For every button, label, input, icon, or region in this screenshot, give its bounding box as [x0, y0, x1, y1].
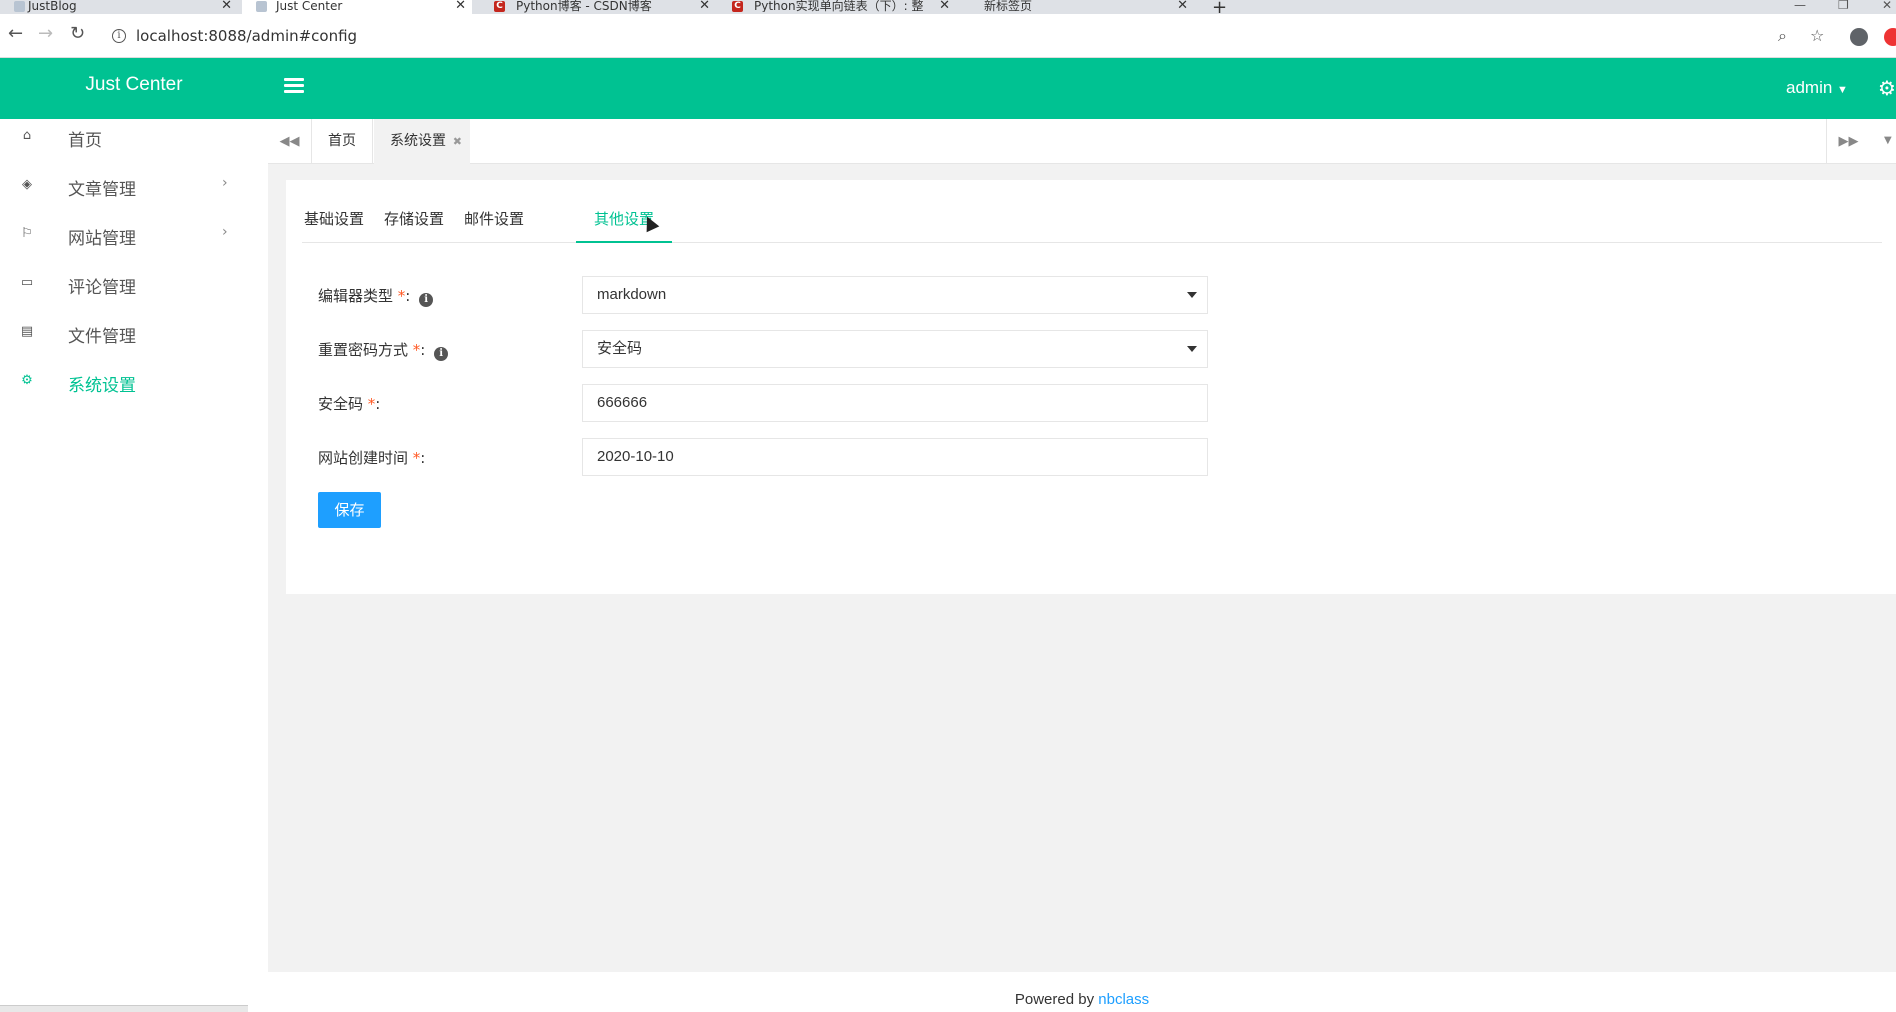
url-field[interactable]: localhost:8088/admin#config — [136, 27, 357, 45]
close-icon[interactable]: ✕ — [699, 0, 710, 12]
zoom-icon[interactable]: ⌕ — [1778, 26, 1787, 46]
settings-card: 基础设置 存储设置 邮件设置 其他设置 编辑器类型 *: i markdown … — [286, 180, 1896, 594]
settings-tabs: 基础设置 存储设置 邮件设置 其他设置 — [302, 196, 1882, 243]
scroll-left-icon[interactable]: ◀◀ — [268, 119, 312, 164]
tab-basic-settings[interactable]: 基础设置 — [304, 196, 364, 243]
browser-tab-title: Just Center — [276, 0, 343, 13]
sidebar-item-site[interactable]: ⚐ 网站管理 › — [0, 211, 268, 260]
reset-method-select[interactable]: 安全码 — [582, 330, 1208, 368]
browser-tab[interactable]: JustBlog ✕ — [14, 0, 232, 14]
close-icon[interactable]: ✕ — [221, 0, 232, 12]
sidebar: ⌂ 首页 ◈ 文章管理 › ⚐ 网站管理 › ▭ 评论管理 ▤ 文件管理 ⚙ 系… — [0, 119, 268, 1012]
gear-icon: ⚙ — [21, 373, 33, 388]
editor-type-select[interactable]: markdown — [582, 276, 1208, 314]
app-logo: Just Center — [85, 74, 183, 95]
blog-favicon-icon — [14, 1, 25, 12]
save-button[interactable]: 保存 — [318, 492, 381, 528]
menu-toggle-icon[interactable] — [284, 78, 304, 94]
minimize-icon[interactable]: — — [1794, 0, 1806, 12]
reload-icon[interactable]: ↻ — [70, 24, 85, 44]
browser-tab-title: 新标签页 — [984, 0, 1033, 13]
csdn-favicon-icon: C — [494, 1, 505, 12]
close-icon[interactable]: ✕ — [1177, 0, 1188, 12]
tab-storage-settings[interactable]: 存储设置 — [384, 196, 444, 243]
form-row-reset-method: 重置密码方式 *: i 安全码 — [318, 330, 1518, 368]
info-icon[interactable]: i — [419, 293, 434, 307]
sidebar-item-label: 系统设置 — [68, 376, 136, 396]
chevron-right-icon: › — [222, 224, 228, 240]
caret-down-icon — [1187, 346, 1197, 352]
tab-label: 系统设置 — [390, 133, 446, 149]
close-tab-icon[interactable]: ✖ — [453, 119, 462, 164]
sidebar-item-label: 首页 — [68, 131, 102, 151]
scroll-right-icon[interactable]: ▶▶ — [1826, 119, 1870, 164]
sidebar-item-home[interactable]: ⌂ 首页 — [0, 113, 268, 162]
field-label: 重置密码方式 *: i — [318, 339, 449, 361]
caret-down-icon: ▼ — [1837, 84, 1848, 96]
sidebar-item-label: 文件管理 — [68, 327, 136, 347]
browser-tab[interactable]: C Python实现单向链表（下）: 整 ✕ — [730, 0, 950, 14]
sidebar-item-label: 评论管理 — [68, 278, 136, 298]
browser-tab-title: Python实现单向链表（下）: 整 — [754, 0, 924, 12]
user-menu[interactable]: admin ▼ — [1786, 78, 1848, 98]
browser-tab-active[interactable]: Just Center ✕ — [242, 0, 472, 14]
security-code-input[interactable]: 666666 — [582, 384, 1208, 422]
tab-other-settings[interactable]: 其他设置 — [576, 196, 672, 243]
browser-status-bar — [0, 1005, 248, 1012]
address-bar: ← → ↻ i localhost:8088/admin#config ⌕ ☆ — [0, 14, 1896, 58]
sidebar-item-label: 文章管理 — [68, 180, 136, 200]
form-row-site-created: 网站创建时间 *: 2020-10-10 — [318, 438, 1518, 476]
form-row-security-code: 安全码 *: 666666 — [318, 384, 1518, 422]
window-close-icon[interactable]: ✕ — [1882, 0, 1892, 12]
browser-tab-title: JustBlog — [28, 0, 77, 13]
blog-favicon-icon — [256, 1, 267, 12]
sidebar-item-articles[interactable]: ◈ 文章管理 › — [0, 162, 268, 211]
extension-icon[interactable] — [1884, 28, 1896, 46]
back-icon[interactable]: ← — [8, 24, 23, 44]
app-header: Just Center admin ▼ ⚙ — [0, 58, 1896, 119]
account-icon[interactable] — [1850, 28, 1868, 46]
field-label: 网站创建时间 *: — [318, 449, 426, 467]
sidebar-item-label: 网站管理 — [68, 229, 136, 249]
csdn-favicon-icon: C — [732, 1, 743, 12]
forward-icon[interactable]: → — [38, 24, 53, 44]
tab-menu-caret-icon[interactable]: ▼ — [1884, 135, 1892, 146]
field-label: 编辑器类型 *: i — [318, 285, 434, 307]
sidebar-item-comments[interactable]: ▭ 评论管理 — [0, 260, 268, 309]
close-icon[interactable]: ✕ — [939, 0, 950, 12]
tab-mail-settings[interactable]: 邮件设置 — [464, 196, 524, 243]
star-icon[interactable]: ☆ — [1810, 26, 1824, 45]
browser-tab-title: Python博客 - CSDN博客 — [516, 0, 652, 13]
field-label: 安全码 *: — [318, 395, 381, 413]
caret-down-icon — [1187, 292, 1197, 298]
file-icon: ▤ — [20, 324, 34, 339]
site-created-date-input[interactable]: 2020-10-10 — [582, 438, 1208, 476]
user-name: admin — [1786, 78, 1833, 97]
browser-tab[interactable]: 新标签页 ✕ — [970, 0, 1188, 14]
sidebar-item-files[interactable]: ▤ 文件管理 — [0, 309, 268, 358]
site-info-icon[interactable]: i — [112, 29, 126, 43]
sidebar-item-settings[interactable]: ⚙ 系统设置 — [0, 358, 268, 407]
select-value: markdown — [597, 286, 667, 303]
footer: Powered by nbclass — [268, 972, 1896, 1012]
tab-home[interactable]: 首页 — [312, 119, 373, 164]
select-value: 安全码 — [597, 340, 643, 357]
restore-icon[interactable]: ❐ — [1838, 0, 1849, 12]
content-tab-bar: ◀◀ 首页 系统设置 ✖ ▶▶ ▼ — [268, 119, 1896, 164]
footer-text: Powered by — [1014, 991, 1099, 1008]
info-icon[interactable]: i — [434, 347, 449, 361]
browser-tab-strip: JustBlog ✕ Just Center ✕ C Python博客 - CS… — [0, 0, 1896, 18]
close-icon[interactable]: ✕ — [455, 0, 466, 12]
form-row-editor-type: 编辑器类型 *: i markdown — [318, 276, 1518, 314]
layers-icon: ◈ — [22, 177, 32, 192]
chevron-right-icon: › — [222, 175, 228, 191]
home-icon: ⌂ — [22, 128, 32, 143]
browser-tab[interactable]: C Python博客 - CSDN博客 ✕ — [492, 0, 710, 14]
tab-system-settings[interactable]: 系统设置 ✖ — [374, 119, 470, 164]
comment-icon: ▭ — [20, 275, 34, 290]
footer-link[interactable]: nbclass — [1098, 991, 1149, 1008]
flag-icon: ⚐ — [21, 226, 33, 241]
settings-gear-icon[interactable]: ⚙ — [1878, 76, 1896, 100]
